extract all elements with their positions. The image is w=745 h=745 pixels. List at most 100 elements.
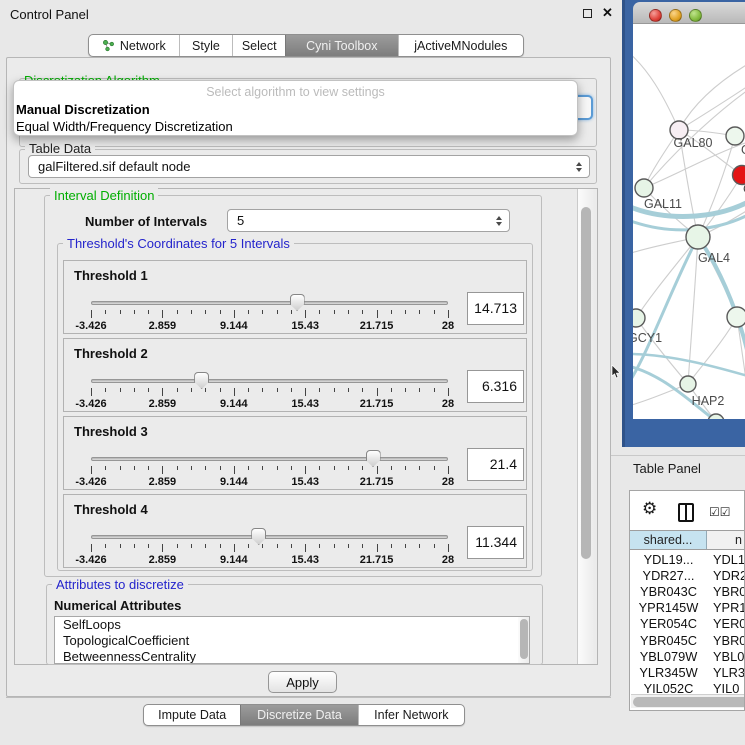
network-window-titlebar[interactable] [633,2,745,24]
tab-style[interactable]: Style [179,35,233,56]
apply-button[interactable]: Apply [268,671,337,693]
cell-shared-name[interactable]: YIL052C [630,681,707,695]
network-node-gal11[interactable] [635,179,653,197]
minimize-traffic-light-icon[interactable] [669,9,682,22]
threshold-value-field[interactable]: 14.713 [467,292,524,325]
close-traffic-light-icon[interactable] [649,9,662,22]
cell-shared-name[interactable]: YBR045C [630,633,707,648]
network-view-window[interactable]: GAL80GAL11GAL4GCY1HAP2GCH [622,0,745,447]
panel-title: Control Panel [10,7,89,22]
column-header-shared-name[interactable]: shared... [630,531,707,549]
tick-mark [262,544,263,548]
close-icon[interactable]: ✕ [602,5,613,21]
table-hscrollbar[interactable] [631,694,744,708]
threshold-value-field[interactable]: 6.316 [467,370,524,403]
cell-name[interactable]: YBL0 [707,649,744,664]
threshold-slider[interactable]: -3.4262.8599.14415.4321.71528 [91,371,448,411]
threshold-slider[interactable]: -3.4262.8599.14415.4321.71528 [91,449,448,489]
table-row[interactable]: YBL079WYBL0 [630,648,744,664]
tick-label: 9.144 [220,398,248,410]
network-node-gcy1[interactable] [633,309,645,327]
tick-mark [205,544,206,548]
network-node[interactable] [727,307,745,327]
table-row[interactable]: YBR043CYBR0 [630,583,744,599]
dropdown-option-manual[interactable]: Manual Discretization [16,102,150,117]
table-row[interactable]: YIL052CYIL0 [630,681,744,696]
slider-track[interactable] [91,535,448,539]
tick-mark [105,544,106,548]
tab-select-label: Select [242,39,277,53]
cell-shared-name[interactable]: YBL079W [630,649,707,664]
threshold-label: Threshold 1 [74,268,148,283]
attributes-scrollbar-thumb[interactable] [520,619,528,659]
attributes-list[interactable]: SelfLoopsTopologicalCoefficientBetweenne… [54,616,530,664]
cell-shared-name[interactable]: YDL19... [630,552,707,567]
settings-scrollbar[interactable] [577,189,594,664]
gear-icon[interactable]: ⚙ [642,499,657,519]
table-data-combo[interactable]: galFiltered.sif default node [28,155,590,178]
dropdown-option-equal-width[interactable]: Equal Width/Frequency Discretization [16,119,233,134]
threshold-panel-2: Threshold 2 -3.4262.8599.14415.4321.7152… [63,338,527,412]
cell-name[interactable]: YBR0 [707,633,744,648]
num-intervals-label: Number of Intervals [85,214,207,229]
table-row[interactable]: YPR145WYPR1 [630,600,744,616]
cell-name[interactable]: YPR1 [707,600,744,615]
num-intervals-combo[interactable]: 5 [227,209,510,232]
tick-mark [362,310,363,314]
tick-mark [234,310,235,318]
network-canvas[interactable]: GAL80GAL11GAL4GCY1HAP2GCH [633,24,745,419]
threshold-value-field[interactable]: 21.4 [467,448,524,481]
network-node-gal4[interactable] [686,225,710,249]
attributes-list-scrollbar[interactable] [518,617,529,663]
slider-thumb[interactable] [290,294,305,311]
table-row[interactable]: YLR345WYLR3 [630,664,744,680]
cell-name[interactable]: YDL1 [707,552,744,567]
cell-name[interactable]: YDR2 [707,568,744,583]
cell-shared-name[interactable]: YBR043C [630,584,707,599]
cell-shared-name[interactable]: YDR27... [630,568,707,583]
attribute-list-item[interactable]: SelfLoops [55,617,529,633]
slider-track[interactable] [91,379,448,383]
attribute-list-item[interactable]: BetweennessCentrality [55,649,529,664]
tick-label: -3.426 [75,398,106,410]
slider-thumb[interactable] [366,450,381,467]
tab-select[interactable]: Select [232,35,285,56]
slider-track[interactable] [91,301,448,305]
threshold-slider[interactable]: -3.4262.8599.14415.4321.71528 [91,527,448,567]
cell-shared-name[interactable]: YLR345W [630,665,707,680]
network-node-hap2[interactable] [680,376,696,392]
cell-shared-name[interactable]: YER054C [630,616,707,631]
cell-name[interactable]: YBR0 [707,584,744,599]
tick-label: 2.859 [149,398,177,410]
tab-discretize-data[interactable]: Discretize Data [240,705,357,725]
tab-infer-network[interactable]: Infer Network [358,705,464,725]
split-columns-icon[interactable] [678,503,694,522]
attribute-list-item[interactable]: TopologicalCoefficient [55,633,529,649]
tab-jactivemnodules[interactable]: jActiveMNodules [398,35,523,56]
combo-stepper-icon [496,216,502,226]
tick-mark [177,310,178,314]
tab-impute-data[interactable]: Impute Data [144,705,240,725]
threshold-value-field[interactable]: 11.344 [467,526,524,559]
cell-shared-name[interactable]: YPR145W [630,600,707,615]
table-row[interactable]: YBR045CYBR0 [630,632,744,648]
float-window-icon[interactable] [583,9,592,18]
slider-thumb[interactable] [194,372,209,389]
cell-name[interactable]: YIL0 [707,681,744,695]
tick-mark [162,466,163,474]
table-hscrollbar-thumb[interactable] [633,697,745,707]
table-row[interactable]: YDR27...YDR2 [630,567,744,583]
slider-track[interactable] [91,457,448,461]
cell-name[interactable]: YER0 [707,616,744,631]
tab-network[interactable]: Network [89,35,179,56]
select-columns-checkboxes-icon[interactable]: ☑☑ [709,505,731,519]
cell-name[interactable]: YLR3 [707,665,744,680]
threshold-slider[interactable]: -3.4262.8599.14415.4321.71528 [91,293,448,333]
zoom-traffic-light-icon[interactable] [689,9,702,22]
settings-scrollbar-thumb[interactable] [581,207,591,559]
table-row[interactable]: YDL19...YDL1 [630,551,744,567]
table-row[interactable]: YER054CYER0 [630,616,744,632]
slider-thumb[interactable] [251,528,266,545]
tab-cyni-toolbox[interactable]: Cyni Toolbox [285,35,397,56]
column-header-name[interactable]: n [707,531,744,549]
